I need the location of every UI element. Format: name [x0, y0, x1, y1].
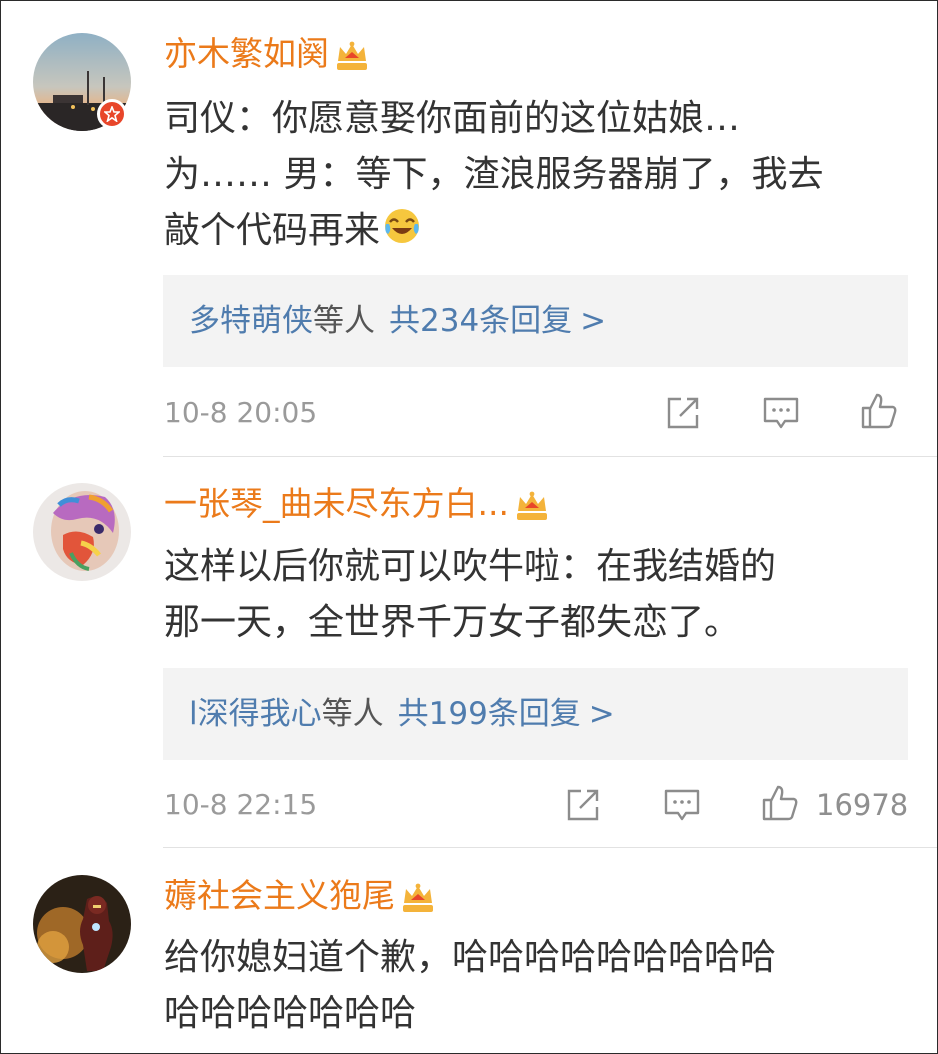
reply-names-link[interactable]: l深得我心 — [189, 696, 322, 732]
avatar[interactable] — [33, 875, 131, 973]
crown-icon — [335, 39, 369, 81]
username[interactable]: 薅社会主义狍尾 — [164, 875, 435, 923]
like-count: 16978 — [816, 788, 909, 822]
comment-icon[interactable] — [662, 785, 702, 825]
reply-count-link[interactable]: 共199条回复 — [398, 696, 581, 732]
comment-text: 这样以后你就可以吹牛啦：在我结婚的 那一天，全世界千万女子都失恋了。 — [164, 539, 909, 651]
crown-icon — [515, 489, 549, 531]
laugh-cry-emoji — [382, 206, 422, 263]
timestamp: 10-8 22:15 — [164, 788, 318, 821]
chevron-right-icon[interactable]: > — [580, 303, 606, 339]
comment-list: 亦木繁如阕 司仪：你愿意娶你面前的这位姑娘… 为…… 男：等下，渣浪服务器崩了，… — [0, 0, 938, 1054]
chevron-right-icon[interactable]: > — [589, 696, 615, 732]
comment-text: 给你媳妇道个歉，哈哈哈哈哈哈哈哈哈 哈哈哈哈哈哈哈 — [164, 930, 909, 1042]
comment-text-line: 司仪：你愿意娶你面前的这位姑娘… — [164, 98, 741, 139]
verified-badge-icon — [97, 99, 127, 129]
comment-text-line: 哈哈哈哈哈哈哈 — [164, 993, 417, 1034]
divider — [163, 847, 937, 848]
comment-text-line: 给你媳妇道个歉，哈哈哈哈哈哈哈哈哈 — [164, 937, 777, 978]
comment-text-line: 敲个代码再来 — [164, 203, 909, 263]
divider — [163, 456, 937, 457]
username[interactable]: 亦木繁如阕 — [164, 33, 369, 81]
like-icon[interactable] — [760, 783, 800, 823]
reply-suffix: 等人 — [313, 303, 375, 339]
reply-summary[interactable]: 多特萌侠等人 共234条回复 > — [163, 275, 908, 367]
crown-icon — [401, 881, 435, 923]
comment-text-line: 那一天，全世界千万女子都失恋了。 — [164, 602, 741, 643]
username-text[interactable]: 亦木繁如阕 — [164, 34, 329, 73]
comment-text-line: 这样以后你就可以吹牛啦：在我结婚的 — [164, 546, 777, 587]
username-text[interactable]: 一张琴_曲未尽东方白... — [164, 484, 509, 523]
avatar[interactable] — [33, 483, 131, 581]
share-icon[interactable] — [563, 785, 603, 825]
like-icon[interactable] — [859, 391, 899, 431]
reply-suffix: 等人 — [321, 696, 384, 732]
comment-text-line: 为…… 男：等下，渣浪服务器崩了，我去 — [164, 154, 824, 195]
timestamp: 10-8 20:05 — [164, 396, 318, 429]
reply-names-link[interactable]: 多特萌侠 — [189, 303, 313, 339]
comment-text: 司仪：你愿意娶你面前的这位姑娘… 为…… 男：等下，渣浪服务器崩了，我去 敲个代… — [164, 91, 909, 263]
reply-summary[interactable]: l深得我心等人 共199条回复 > — [163, 668, 908, 760]
username[interactable]: 一张琴_曲未尽东方白... — [164, 483, 549, 531]
comment-text-span: 敲个代码再来 — [164, 210, 381, 251]
comment-icon[interactable] — [761, 393, 801, 433]
username-text[interactable]: 薅社会主义狍尾 — [164, 876, 395, 915]
reply-count-link[interactable]: 共234条回复 — [389, 303, 572, 339]
share-icon[interactable] — [663, 393, 703, 433]
